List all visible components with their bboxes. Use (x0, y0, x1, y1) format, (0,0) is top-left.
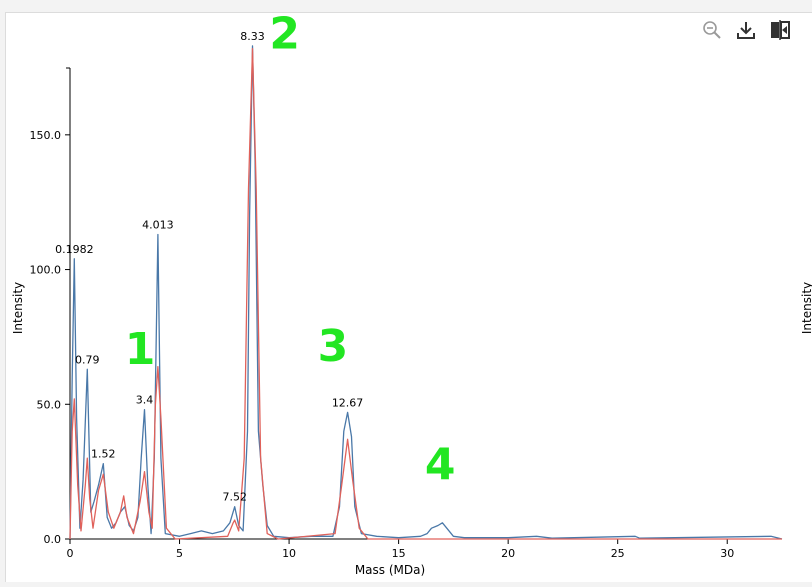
peak-annotation-2: 2 (269, 9, 300, 60)
y-tick-label: 50.0 (37, 398, 62, 411)
y-tick-label: 0.0 (44, 533, 62, 546)
peak-label: 1.52 (91, 448, 116, 461)
x-tick-label: 10 (282, 547, 296, 560)
x-tick-label: 0 (67, 547, 74, 560)
x-tick-label: 20 (501, 547, 515, 560)
peak-label: 4.013 (142, 219, 174, 232)
x-axis-label: Mass (MDa) (355, 563, 425, 577)
x-tick-label: 15 (392, 547, 406, 560)
mass-spectrum-chart: 0 5 10 15 20 25 30 0.0 50.0 100.0 150.0 0.1982 0.79… (11, 9, 812, 577)
peak-label: 7.52 (222, 491, 247, 504)
y-axis-label: Intensity (11, 282, 25, 334)
peak-label: 0.1982 (55, 243, 94, 256)
peak-label: 0.79 (75, 353, 100, 366)
peak-annotation-3: 3 (318, 321, 349, 372)
peak-label: 3.4 (136, 394, 154, 407)
right-y-axis-label: Intensity (800, 282, 812, 334)
peak-annotation-4: 4 (425, 440, 456, 491)
peak-label: 12.67 (332, 396, 364, 409)
y-tick-label: 150.0 (30, 129, 62, 142)
x-tick-label: 30 (720, 547, 734, 560)
chart-annotations: 1 2 3 4 (125, 9, 456, 491)
chart-data-labels: 0.1982 0.79 1.52 3.4 4.013 7.52 8.33 12.67 (55, 30, 363, 504)
x-tick-label: 25 (611, 547, 625, 560)
y-tick-label: 100.0 (30, 264, 62, 277)
x-tick-label: 5 (176, 547, 183, 560)
peak-label: 8.33 (240, 30, 265, 43)
peak-annotation-1: 1 (125, 324, 156, 375)
